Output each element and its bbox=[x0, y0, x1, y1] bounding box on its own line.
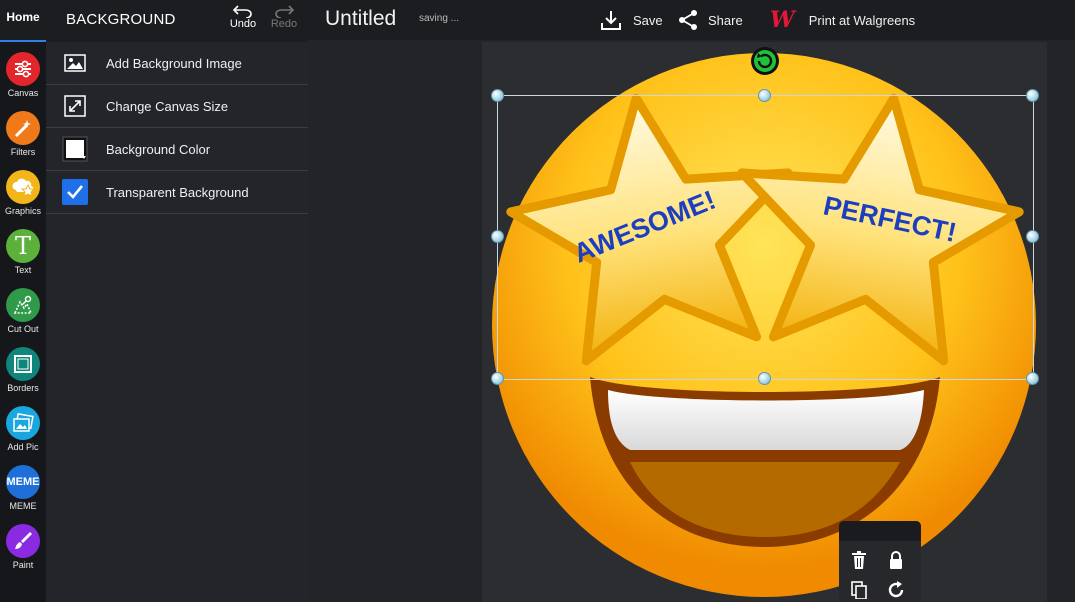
brush-icon bbox=[6, 524, 40, 558]
magic-wand-icon bbox=[6, 111, 40, 145]
tool-label: MEME bbox=[9, 501, 37, 511]
rotate-handle-icon[interactable] bbox=[750, 46, 780, 76]
tool-label: Add Pic bbox=[7, 442, 39, 452]
tool-paint[interactable]: Paint bbox=[0, 524, 46, 583]
item-label: Add Background Image bbox=[106, 55, 242, 71]
tool-graphics[interactable]: Graphics bbox=[0, 170, 46, 229]
save-label: Save bbox=[633, 12, 663, 28]
redo-label: Redo bbox=[270, 18, 298, 30]
tool-label: Text bbox=[14, 265, 32, 275]
resize-icon bbox=[62, 95, 88, 117]
rotate-button[interactable] bbox=[885, 579, 907, 601]
download-icon bbox=[601, 11, 621, 30]
resize-handle-w[interactable] bbox=[491, 230, 504, 243]
save-button[interactable]: Save bbox=[600, 7, 663, 33]
document-title[interactable]: Untitled bbox=[325, 7, 396, 31]
walgreens-logo-icon: W bbox=[770, 7, 795, 33]
object-toolbar-grip[interactable] bbox=[839, 521, 921, 541]
tool-canvas[interactable]: Canvas bbox=[0, 52, 46, 111]
frame-icon bbox=[6, 347, 40, 381]
tool-label: Cut Out bbox=[7, 324, 39, 334]
share-label: Share bbox=[708, 12, 743, 28]
print-label: Print at Walgreens bbox=[808, 12, 916, 28]
change-canvas-size-item[interactable]: Change Canvas Size bbox=[46, 85, 308, 128]
selection-box[interactable] bbox=[497, 95, 1034, 380]
home-tab[interactable]: Home bbox=[0, 0, 46, 42]
resize-handle-nw[interactable] bbox=[491, 89, 504, 102]
resize-handle-s[interactable] bbox=[758, 372, 771, 385]
meme-icon: MEME bbox=[6, 465, 40, 499]
panel-title: BACKGROUND bbox=[66, 11, 176, 28]
item-label: Transparent Background bbox=[106, 184, 249, 200]
redo-icon bbox=[275, 5, 295, 18]
tool-label: Paint bbox=[12, 560, 34, 570]
copy-icon bbox=[851, 581, 867, 599]
resize-handle-n[interactable] bbox=[758, 89, 771, 102]
share-icon bbox=[679, 10, 697, 30]
item-label: Change Canvas Size bbox=[106, 98, 229, 114]
tool-label: Canvas bbox=[7, 88, 39, 98]
resize-handle-se[interactable] bbox=[1026, 372, 1039, 385]
tool-borders[interactable]: Borders bbox=[0, 347, 46, 406]
undo-button[interactable]: Undo bbox=[226, 4, 260, 30]
tool-label: Graphics bbox=[4, 206, 41, 216]
item-label: Background Color bbox=[106, 141, 211, 157]
resize-handle-e[interactable] bbox=[1026, 230, 1039, 243]
rotate-icon bbox=[888, 581, 904, 598]
tool-meme[interactable]: MEME MEME bbox=[0, 465, 46, 524]
resize-handle-sw[interactable] bbox=[491, 372, 504, 385]
save-status: saving ... bbox=[419, 13, 460, 24]
checkbox-icon[interactable] bbox=[62, 179, 88, 205]
tool-add-pic[interactable]: Add Pic bbox=[0, 406, 46, 465]
sliders-icon bbox=[6, 52, 40, 86]
undo-label: Undo bbox=[229, 18, 257, 30]
text-T-icon: T bbox=[6, 229, 40, 263]
tool-cutout[interactable]: Cut Out bbox=[0, 288, 46, 347]
color-swatch-icon bbox=[62, 136, 88, 162]
undo-icon bbox=[232, 5, 252, 18]
lock-button[interactable] bbox=[885, 549, 907, 571]
duplicate-button[interactable] bbox=[848, 579, 870, 601]
tool-filters[interactable]: Filters bbox=[0, 111, 46, 170]
transparent-background-item[interactable]: Transparent Background bbox=[46, 171, 308, 214]
lock-icon bbox=[890, 551, 902, 569]
cutout-icon bbox=[6, 288, 40, 322]
shapes-icon bbox=[6, 170, 40, 204]
trash-icon bbox=[852, 551, 866, 569]
add-background-image-item[interactable]: Add Background Image bbox=[46, 42, 308, 85]
tool-label: Filters bbox=[10, 147, 36, 157]
tool-text[interactable]: T Text bbox=[0, 229, 46, 288]
object-toolbar bbox=[839, 521, 921, 602]
resize-handle-ne[interactable] bbox=[1026, 89, 1039, 102]
background-color-item[interactable]: Background Color bbox=[46, 128, 308, 171]
redo-button[interactable]: Redo bbox=[267, 4, 301, 30]
share-button[interactable]: Share bbox=[677, 7, 743, 33]
photo-icon bbox=[6, 406, 40, 440]
tool-label: Borders bbox=[7, 383, 39, 393]
print-walgreens-button[interactable]: W Print at Walgreens bbox=[770, 7, 915, 33]
image-icon bbox=[62, 52, 88, 74]
delete-button[interactable] bbox=[848, 549, 870, 571]
